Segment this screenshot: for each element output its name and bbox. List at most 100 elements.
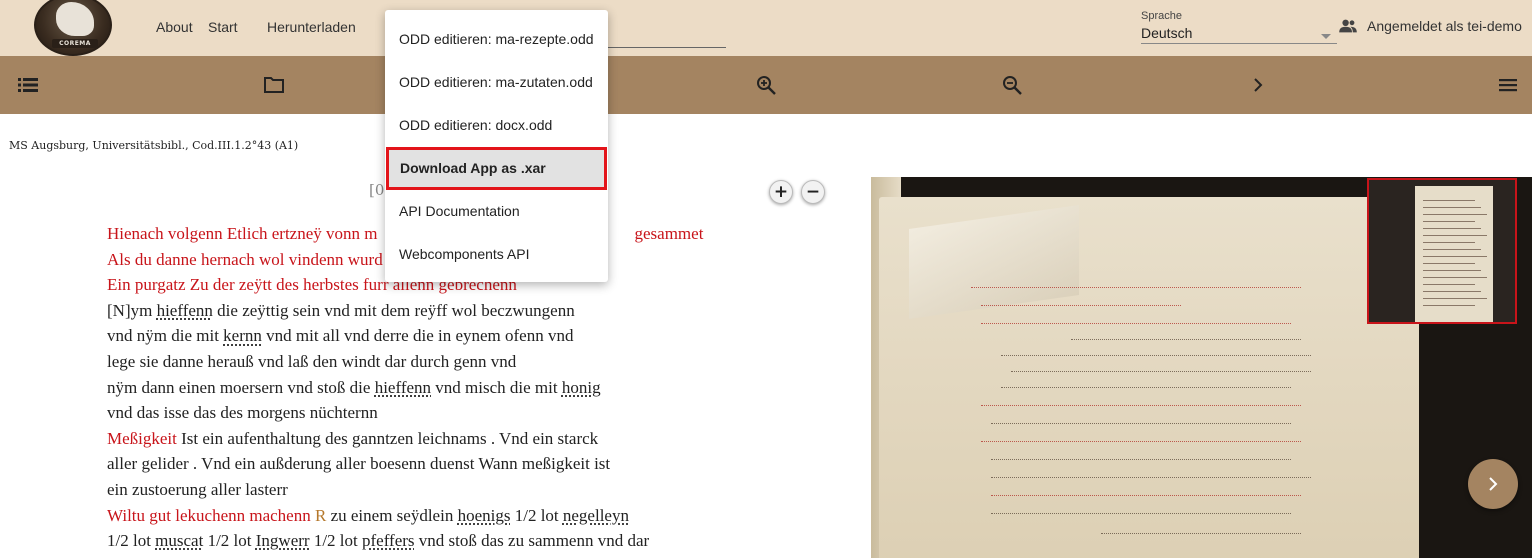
thumbnail-line: [1423, 221, 1475, 222]
thumbnail-line: [1423, 235, 1487, 236]
rubric-text: Meßigkeit: [107, 428, 177, 448]
glossary-term-link[interactable]: Ingwerr: [256, 531, 310, 550]
text-line: aller gelider . Vnd ein außderung aller …: [107, 451, 703, 477]
menu-item[interactable]: Webcomponents API: [385, 233, 608, 276]
text-line: lege sie danne herauß vnd laß den windt …: [107, 349, 703, 375]
glossary-term-link[interactable]: hoenigs: [458, 506, 511, 525]
menu-item[interactable]: ODD editieren: docx.odd: [385, 104, 608, 147]
handwriting-line: [1001, 355, 1311, 356]
text-segment: vnd stoß das zu sammenn vnd dar: [414, 531, 650, 551]
handwriting-line: [981, 305, 1181, 306]
rubric-text: Wiltu gut lekuchenn machenn: [107, 505, 311, 525]
thumbnail-line: [1423, 291, 1481, 292]
thumbnail-line: [1423, 200, 1475, 201]
text-segment: vnd nÿm die mit: [107, 326, 224, 346]
people-icon: [1339, 19, 1357, 33]
handwriting-line: [1071, 339, 1301, 340]
handwriting-line: [981, 405, 1301, 406]
language-select-underline: [1141, 43, 1337, 44]
rubric-text: gesammet: [634, 224, 704, 243]
text-line: vnd das isse das des morgens nüchternn: [107, 400, 703, 426]
thumbnail-line: [1423, 277, 1487, 278]
glossary-term-link[interactable]: honig: [562, 378, 601, 397]
text-segment: nÿm dann einen moersern vnd stoß die: [107, 377, 375, 397]
language-select[interactable]: Sprache Deutsch: [1141, 10, 1337, 44]
text-segment: lege sie danne herauß vnd laß den windt …: [107, 351, 517, 371]
zoom-in-icon[interactable]: [755, 74, 777, 96]
glossary-term-link[interactable]: hieffenn: [375, 378, 431, 397]
thumbnail-line: [1423, 298, 1487, 299]
text-line: ein zustoerung aller lasterr: [107, 477, 703, 503]
folder-icon[interactable]: [263, 74, 285, 96]
next-page-button[interactable]: [1468, 459, 1518, 509]
thumbnail-line: [1423, 242, 1475, 243]
thumbnail-line: [1423, 249, 1481, 250]
nav-download-link[interactable]: Herunterladen: [267, 19, 356, 35]
handwriting-line: [1101, 533, 1301, 534]
text-segment: aller gelider . Vnd ein außderung aller …: [107, 454, 611, 474]
thumbnail-line: [1423, 263, 1475, 264]
nav-about-link[interactable]: About: [156, 19, 193, 35]
viewer-navigator-thumbnail[interactable]: [1367, 178, 1517, 324]
glossary-term-link[interactable]: kernn: [223, 326, 262, 345]
handwriting-line: [991, 459, 1291, 460]
text-zoom-in-button[interactable]: +: [769, 180, 793, 204]
text-segment: 1/2 lot: [309, 531, 362, 551]
thumbnail-line: [1423, 228, 1481, 229]
language-label: Sprache: [1141, 10, 1182, 22]
text-line: Meßigkeit Ist ein aufenthaltung des gann…: [107, 426, 703, 452]
manuscript-title: MS Augsburg, Universitätsbibl., Cod.III.…: [9, 139, 299, 152]
text-line: vnd nÿm die mit kernn vnd mit all vnd de…: [107, 323, 703, 349]
text-segment: R: [310, 505, 327, 525]
handwriting-line: [981, 323, 1291, 324]
text-zoom-out-button[interactable]: −: [801, 180, 825, 204]
list-icon[interactable]: [17, 74, 39, 96]
menu-item[interactable]: ODD editieren: ma-rezepte.odd: [385, 18, 608, 61]
handwriting-line: [971, 287, 1301, 288]
chevron-right-icon[interactable]: [1247, 74, 1269, 96]
search-input[interactable]: [600, 47, 726, 48]
glossary-term-link[interactable]: negelleyn: [563, 506, 629, 525]
menu-item[interactable]: Download App as .xar: [386, 147, 607, 190]
text-line: Wiltu gut lekuchenn machenn R zu einem s…: [107, 503, 703, 529]
handwriting-line: [981, 441, 1301, 442]
handwriting-line: [1001, 387, 1291, 388]
text-segment: die zeÿttig sein vnd mit dem reÿff wol b…: [212, 300, 575, 320]
text-segment: 1/2 lot: [203, 531, 256, 551]
user-label: Angemeldet als tei-demo: [1367, 18, 1522, 34]
glossary-term-link[interactable]: hieffenn: [157, 301, 213, 320]
menu-item[interactable]: ODD editieren: ma-zutaten.odd: [385, 61, 608, 104]
menu-item[interactable]: API Documentation: [385, 190, 608, 233]
page-fold: [909, 205, 1079, 319]
language-value[interactable]: Deutsch: [1141, 25, 1337, 41]
text-segment: Ist ein aufenthaltung des ganntzen leich…: [176, 428, 599, 448]
handwriting-line: [991, 423, 1291, 424]
text-line: nÿm dann einen moersern vnd stoß die hie…: [107, 375, 703, 401]
rubric-text: Als du danne hernach wol vindenn wurd: [107, 249, 383, 269]
text-segment: ein zustoerung aller lasterr: [107, 479, 288, 499]
text-segment: 1/2 lot: [510, 505, 563, 525]
text-line: [N]ym hieffenn die zeÿttig sein vnd mit …: [107, 298, 703, 324]
glossary-term-link[interactable]: muscat: [155, 531, 203, 550]
handwriting-line: [991, 495, 1301, 496]
user-login-status[interactable]: Angemeldet als tei-demo: [1338, 18, 1522, 34]
text-segment: [N]ym: [107, 300, 157, 320]
text-segment: vnd misch die mit: [431, 377, 562, 397]
thumbnail-line: [1423, 256, 1487, 257]
nav-start-link[interactable]: Start: [208, 19, 238, 35]
corema-logo[interactable]: COREMA: [34, 0, 112, 56]
thumbnail-line: [1423, 207, 1481, 208]
text-segment: vnd mit all vnd derre die in eynem ofenn…: [261, 326, 574, 346]
download-menu: ODD editieren: ma-rezepte.odd ODD editier…: [385, 10, 608, 282]
thumbnail-line: [1423, 284, 1475, 285]
glossary-term-link[interactable]: pfeffers: [362, 531, 415, 550]
app-header: COREMA About Start Herunterladen Sprache…: [0, 0, 1532, 56]
handwriting-line: [1011, 371, 1311, 372]
menu-icon[interactable]: [1497, 74, 1519, 96]
thumbnail-line: [1423, 305, 1475, 306]
document-toolbar: [0, 56, 1532, 114]
dropdown-caret-icon[interactable]: [1321, 34, 1331, 39]
text-line: 1/2 lot muscat 1/2 lot Ingwerr 1/2 lot p…: [107, 528, 703, 554]
zoom-out-icon[interactable]: [1001, 74, 1023, 96]
manuscript-page-image: [879, 197, 1419, 558]
